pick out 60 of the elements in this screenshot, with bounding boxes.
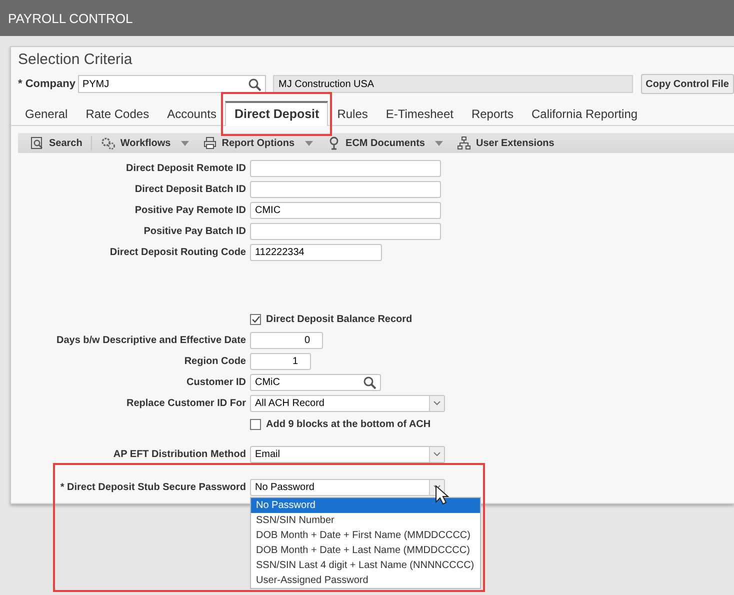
dropdown-option[interactable]: User-Assigned Password (251, 573, 480, 588)
checkbox[interactable]: Direct Deposit Balance Record (250, 314, 412, 325)
tab[interactable]: Reports (462, 103, 522, 125)
search-icon (248, 78, 261, 90)
field-label: Positive Pay Remote ID (134, 205, 246, 216)
field-label: AP EFT Distribution Method (112, 449, 246, 460)
gears-icon (101, 136, 116, 150)
checkbox[interactable]: Add 9 blocks at the bottom of ACH (250, 419, 431, 430)
check-icon (252, 316, 260, 323)
dropdown-button[interactable] (429, 447, 444, 462)
toolbar-button[interactable]: Search (26, 136, 86, 150)
field-label: * Direct Deposit Stub Secure Password (59, 482, 246, 493)
dropdown-button[interactable] (429, 396, 444, 411)
tab[interactable]: Accounts (158, 103, 226, 125)
toolbar-button[interactable]: Workflows (97, 136, 175, 150)
window-title: PAYROLL CONTROL (8, 10, 133, 26)
field-label: Direct Deposit Routing Code (108, 247, 246, 258)
chevron-icon (433, 452, 441, 457)
toolbar-button[interactable]: User Extensions (452, 136, 558, 150)
field-label: Replace Customer ID For (126, 398, 246, 409)
toolbar-button[interactable]: ECM Documents (322, 136, 429, 150)
search-icon (363, 376, 376, 389)
company-name-field: MJ Construction USA (272, 75, 633, 93)
dropdown-option[interactable]: SSN/SIN Last 4 digit + Last Name (NNNNCCCC) (251, 558, 480, 573)
field-label: Days b/w Descriptive and Effective Date (55, 335, 246, 346)
dropdown-field[interactable]: Email (250, 446, 445, 463)
dropdown-field[interactable]: All ACH Record (250, 395, 445, 412)
field-label: Region Code (183, 356, 246, 367)
input-field[interactable] (250, 223, 441, 240)
dropdown-option[interactable]: DOB Month + Date + Last Name (MMDDCCCC) (251, 543, 480, 558)
company-field[interactable]: PYMJ (78, 75, 266, 93)
input-field[interactable]: 112222334 (250, 244, 382, 261)
input-field[interactable] (250, 181, 441, 198)
input-field[interactable] (250, 160, 441, 177)
field-label: Customer ID (186, 377, 246, 388)
tab[interactable]: General (16, 103, 77, 125)
input-field[interactable]: 0 (250, 332, 323, 349)
input-field[interactable]: 1 (250, 353, 311, 370)
section-title: Selection Criteria (18, 51, 132, 69)
hierarchy-icon (456, 136, 471, 150)
field-label: * Company (18, 78, 76, 90)
tab[interactable]: Rules (328, 103, 377, 125)
input-field[interactable]: CMiC (250, 374, 381, 391)
dropdown-option[interactable]: SSN/SIN Number (251, 513, 480, 528)
tab[interactable]: Rate Codes (76, 103, 158, 125)
toolbar-button[interactable]: Report Options (198, 136, 299, 150)
tab[interactable]: California Reporting (522, 103, 647, 125)
printer-icon (202, 136, 217, 150)
dropdown-option[interactable]: DOB Month + Date + First Name (MMDDCCCC) (251, 528, 480, 543)
copy-control-file-button[interactable]: Copy Control File (640, 74, 734, 94)
field-label: Positive Pay Batch ID (142, 226, 246, 237)
tab[interactable]: E-Timesheet (376, 103, 462, 125)
input-field[interactable]: CMIC (250, 202, 441, 219)
search-icon (30, 136, 44, 150)
dropdown-field[interactable]: No Password (250, 479, 445, 496)
tab[interactable]: Direct Deposit (225, 101, 328, 126)
field-label: Direct Deposit Batch ID (134, 184, 246, 195)
dropdown-option[interactable]: No Password (251, 498, 480, 513)
chevron-icon (433, 401, 441, 406)
field-label: Direct Deposit Remote ID (124, 163, 246, 174)
